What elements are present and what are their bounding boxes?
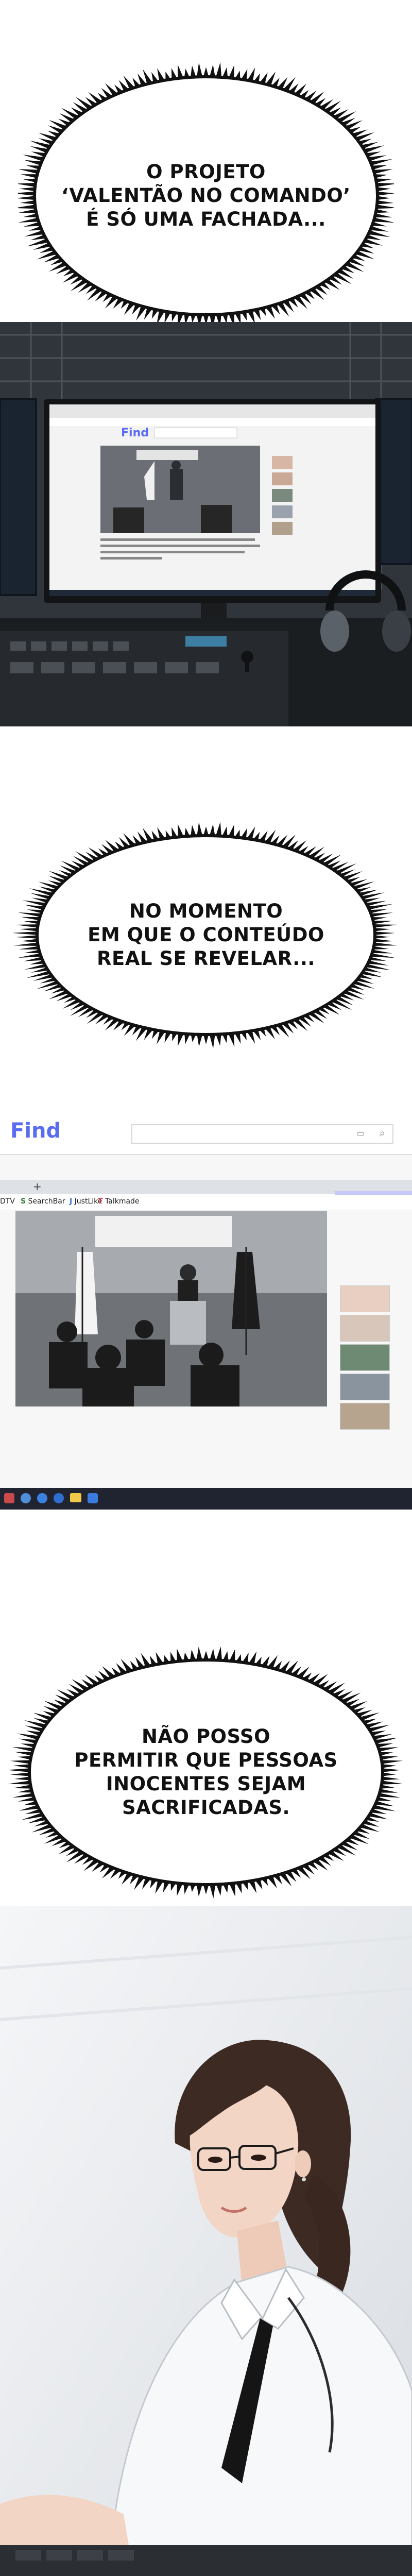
app-icon-6[interactable] [88,1493,98,1503]
talkmade-icon: T [98,1197,103,1206]
bubble-3-line-2: PERMITIR QUE PESSOAS [74,1749,338,1771]
panel-4-browser: Find ▭ ⌕ + DTV S SearchBar J JustLike T … [0,1108,412,1510]
thumbnail-1[interactable] [340,1285,390,1312]
new-tab-button[interactable]: + [33,1180,42,1193]
app-icon-3[interactable] [37,1493,47,1503]
bookmark-dtv[interactable]: DTV [0,1197,15,1206]
folder-icon[interactable] [70,1493,81,1502]
bookmark-label: Talkmade [105,1197,140,1206]
bubble-1-line-2: ‘VALENTÃO NO COMANDO’ [61,184,351,207]
bubble-2-line-1: NO MOMENTO [129,900,283,922]
panel-6-woman [0,1906,412,2576]
panel-3: NO MOMENTO EM QUE O CONTEÚDO REAL SE REV… [0,726,412,1108]
app-icon-4[interactable] [54,1493,64,1503]
search-icon[interactable]: ⌕ [380,1127,385,1139]
bubble-2-line-3: REAL SE REVELAR... [97,947,315,970]
find-logo: Find [10,1119,61,1143]
bubble-3-line-4: SACRIFICADAS. [122,1797,290,1819]
panel-2-control-room: Find [0,322,412,726]
press-conference-image[interactable] [15,1211,327,1406]
woman-illustration [0,1906,412,2576]
searchbar-icon: S [21,1197,26,1206]
bookmark-justlike[interactable]: J JustLike [70,1197,102,1206]
taskbar [0,1488,412,1510]
speech-bubble-2: NO MOMENTO EM QUE O CONTEÚDO REAL SE REV… [13,814,399,1056]
app-icon-1[interactable] [4,1493,14,1503]
bubble-3-line-1: NÃO POSSO [141,1725,271,1748]
bubble-1-text: O PROJETO ‘VALENTÃO NO COMANDO’ É SÓ UMA… [61,160,351,231]
bubble-1-line-1: O PROJETO [146,161,266,183]
search-input[interactable]: ▭ ⌕ [131,1124,393,1144]
bubble-3-text: NÃO POSSO PERMITIR QUE PESSOAS INOCENTES… [74,1725,337,1820]
find-header: Find ▭ ⌕ [0,1108,412,1154]
monitor-find-logo: Find [121,427,149,439]
thumbnail-3[interactable] [340,1344,390,1371]
thumbnail-5[interactable] [340,1403,390,1430]
thumbnail-2[interactable] [340,1315,390,1342]
bubble-2-line-2: EM QUE O CONTEÚDO [88,924,324,946]
bubble-2-text: NO MOMENTO EM QUE O CONTEÚDO REAL SE REV… [88,900,324,971]
bookmark-searchbar[interactable]: S SearchBar [21,1197,65,1206]
app-icon-2[interactable] [21,1493,31,1503]
speech-bubble-3: NÃO POSSO PERMITIR QUE PESSOAS INOCENTES… [8,1638,404,1906]
bubble-1-line-3: É SÓ UMA FACHADA... [86,208,326,230]
justlike-icon: J [70,1197,73,1206]
bubble-3-line-3: INOCENTES SEJAM [106,1773,306,1795]
panel-5: NÃO POSSO PERMITIR QUE PESSOAS INOCENTES… [0,1510,412,1937]
thumbnail-4[interactable] [340,1374,390,1400]
speech-bubble-1: O PROJETO ‘VALENTÃO NO COMANDO’ É SÓ UMA… [18,57,394,335]
bookmarks-bar: DTV S SearchBar J JustLike T Talkmade [0,1191,412,1210]
bookmark-label: SearchBar [28,1197,65,1206]
panel-1: O PROJETO ‘VALENTÃO NO COMANDO’ É SÓ UMA… [0,0,412,340]
bookmark-talkmade[interactable]: T Talkmade [98,1197,140,1206]
control-room-illustration: Find [0,322,412,726]
keyboard-icon[interactable]: ▭ [357,1128,365,1138]
